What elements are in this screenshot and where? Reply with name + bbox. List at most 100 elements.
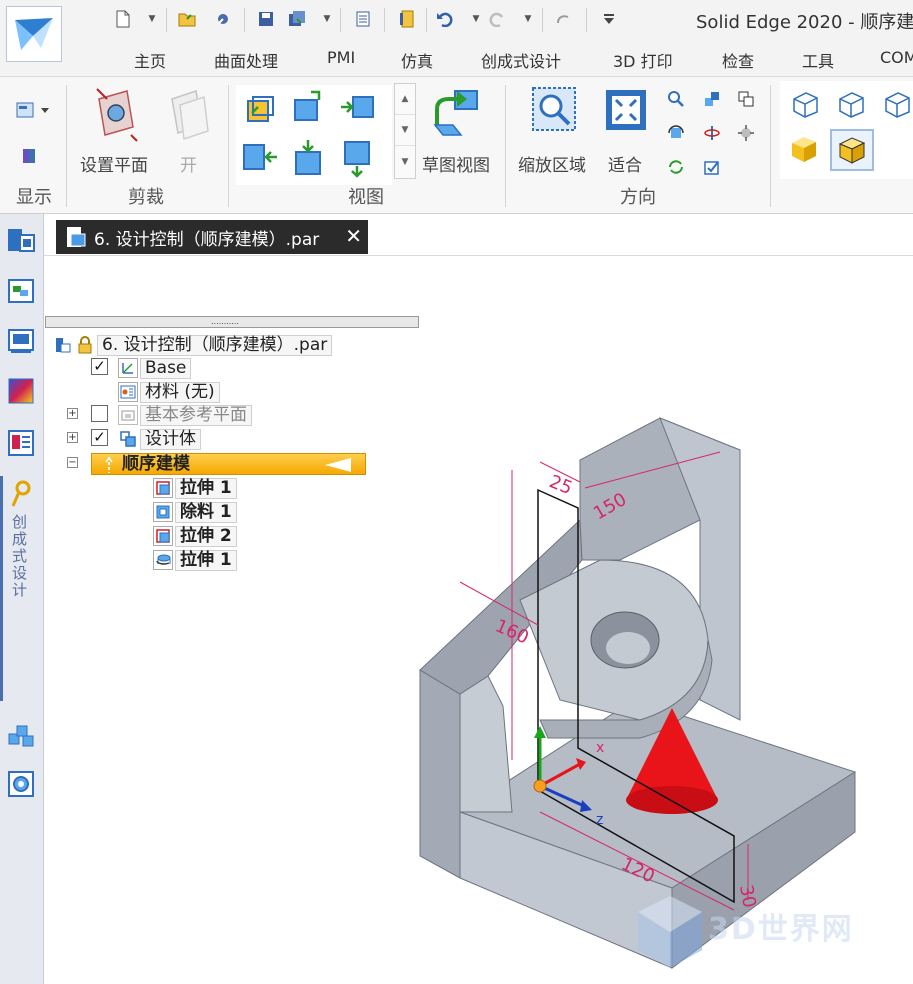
settings-panel-icon[interactable] <box>4 767 38 801</box>
style-gallery <box>780 81 913 179</box>
axis-z-label: z <box>596 812 603 828</box>
tree-item-material[interactable]: 材料 (无) <box>118 381 220 403</box>
fit-button[interactable]: 适合 <box>608 151 642 176</box>
tab-3d-print[interactable]: 3D 打印 <box>613 48 673 72</box>
generative-design-label[interactable]: 创成式设计 <box>10 514 30 599</box>
set-plane-icon[interactable] <box>90 83 142 145</box>
application-button[interactable] <box>6 6 62 62</box>
undo-icon[interactable] <box>434 8 456 30</box>
tree-feature-extrude-1[interactable]: 拉伸 1 <box>153 477 237 499</box>
orbit-icon[interactable] <box>736 123 756 143</box>
rotate-icon[interactable] <box>666 123 686 143</box>
properties-icon[interactable] <box>352 8 374 30</box>
style-hidden-edges-icon[interactable] <box>880 87 913 121</box>
design-body-checkbox[interactable]: ✓ <box>91 429 108 446</box>
tree-item-sequential[interactable]: 顺序建模 <box>91 453 366 475</box>
document-tab[interactable]: 6. 设计控制（顺序建模）.par ✕ <box>56 220 368 254</box>
open-button[interactable]: 开 <box>180 151 197 176</box>
base-checkbox[interactable]: ✓ <box>91 358 108 375</box>
collapse-sequential-icon[interactable]: − <box>67 457 78 468</box>
tab-surfacing[interactable]: 曲面处理 <box>214 48 278 72</box>
document-tabstrip: 6. 设计控制（顺序建模）.par ✕ <box>44 214 913 256</box>
save-dropdown-icon[interactable]: ▼ <box>322 12 332 26</box>
title-bar: ▼ ▼ ▼ ▼ Solid Edge 2020 - 顺序建模 主页 曲面处理 P… <box>0 0 913 76</box>
gallery-scroller[interactable]: ▲ ▼ ▼ <box>394 83 416 179</box>
new-file-icon[interactable] <box>112 8 134 30</box>
expand-ref-planes-icon[interactable]: + <box>67 408 78 419</box>
new-dropdown-icon[interactable]: ▼ <box>147 12 157 26</box>
style-shaded-icon[interactable] <box>786 131 822 167</box>
tab-coms[interactable]: COMS <box>880 48 913 67</box>
zoom-icon[interactable] <box>666 89 686 109</box>
gallery-down-icon[interactable]: ▼ <box>395 115 415 146</box>
refresh-icon[interactable] <box>666 157 686 177</box>
redo-dropdown-icon[interactable]: ▼ <box>523 12 533 26</box>
tree-item-ref-planes[interactable]: 基本参考平面 <box>118 404 252 426</box>
pan-icon[interactable] <box>702 89 722 109</box>
gallery-up-icon[interactable]: ▲ <box>395 84 415 115</box>
display-pane-icon[interactable] <box>14 99 52 121</box>
style-visible-edges-icon[interactable] <box>834 87 868 121</box>
spin-icon[interactable] <box>702 123 722 143</box>
tree-item-base[interactable]: Base <box>118 357 192 379</box>
named-view-icon[interactable] <box>702 157 722 177</box>
redo-icon[interactable] <box>486 8 508 30</box>
watermark-text: 3D世界网 <box>708 912 854 947</box>
open-clip-icon[interactable] <box>164 85 212 143</box>
part-icon <box>53 335 73 355</box>
tree-feature-extrude-2[interactable]: 拉伸 2 <box>153 525 237 547</box>
tab-tools[interactable]: 工具 <box>802 48 834 72</box>
tree-feature-cutout-1[interactable]: 除料 1 <box>153 501 237 523</box>
gallery-more-icon[interactable]: ▼ <box>395 146 415 177</box>
open-file-icon[interactable] <box>176 8 198 30</box>
tree-item-design-body[interactable]: 设计体 <box>118 428 201 450</box>
tab-pmi[interactable]: PMI <box>327 48 355 67</box>
view-back-icon[interactable] <box>338 137 376 179</box>
fit-icon[interactable] <box>603 87 649 133</box>
pathfinder-icon[interactable] <box>4 224 38 258</box>
style-shaded-edges-icon[interactable] <box>830 129 874 171</box>
tree-root[interactable]: 6. 设计控制（顺序建模）.par <box>53 334 333 356</box>
feature-library-icon[interactable] <box>4 324 38 358</box>
view-front-icon[interactable] <box>242 91 278 127</box>
zoom-area-button[interactable]: 缩放区域 <box>518 151 586 176</box>
tab-inspect[interactable]: 检查 <box>722 48 754 72</box>
view-left-icon[interactable] <box>240 137 280 177</box>
properties-list-icon[interactable] <box>4 426 38 460</box>
ref-planes-checkbox[interactable] <box>91 405 108 422</box>
save-icon[interactable] <box>255 8 277 30</box>
save-as-icon[interactable] <box>286 8 308 30</box>
view-top-icon[interactable] <box>290 87 326 125</box>
expand-design-body-icon[interactable]: + <box>67 432 78 443</box>
repeat-icon[interactable] <box>552 8 574 30</box>
group-label-clip: 剪裁 <box>128 187 164 208</box>
send-icon[interactable] <box>212 8 234 30</box>
tab-generative-design[interactable]: 创成式设计 <box>481 48 561 72</box>
show-hide-icon[interactable] <box>18 145 40 167</box>
undo-dropdown-icon[interactable]: ▼ <box>471 12 481 26</box>
generative-design-icon[interactable] <box>4 478 38 512</box>
layers-icon[interactable] <box>4 274 38 308</box>
tab-simulation[interactable]: 仿真 <box>401 48 433 72</box>
customize-qat-icon[interactable] <box>598 8 620 30</box>
style-wireframe-icon[interactable] <box>788 87 822 121</box>
extrude-icon <box>153 526 173 546</box>
notebook-icon[interactable] <box>396 8 418 30</box>
zoom-area-icon[interactable] <box>530 85 578 133</box>
rollback-arrow-icon[interactable] <box>325 458 353 472</box>
lock-icon <box>75 335 95 355</box>
splitter-grip[interactable]: ........... <box>211 317 239 326</box>
set-plane-button[interactable]: 设置平面 <box>80 151 148 176</box>
tab-home[interactable]: 主页 <box>134 48 166 72</box>
sketch-view-icon[interactable] <box>430 85 484 141</box>
copy-view-icon[interactable] <box>736 89 756 109</box>
pathfinder-splitter[interactable]: ........... <box>45 316 419 328</box>
view-right-icon[interactable] <box>338 91 378 125</box>
side-toolbar: 创成式设计 <box>0 214 44 984</box>
appearance-icon[interactable] <box>4 374 38 408</box>
view-bottom-icon[interactable] <box>290 137 328 179</box>
sketch-view-button[interactable]: 草图视图 <box>422 151 490 176</box>
assembly-icon[interactable] <box>4 719 38 753</box>
close-tab-icon[interactable]: ✕ <box>345 224 362 248</box>
tree-feature-revolve-1[interactable]: 拉伸 1 <box>153 549 237 571</box>
